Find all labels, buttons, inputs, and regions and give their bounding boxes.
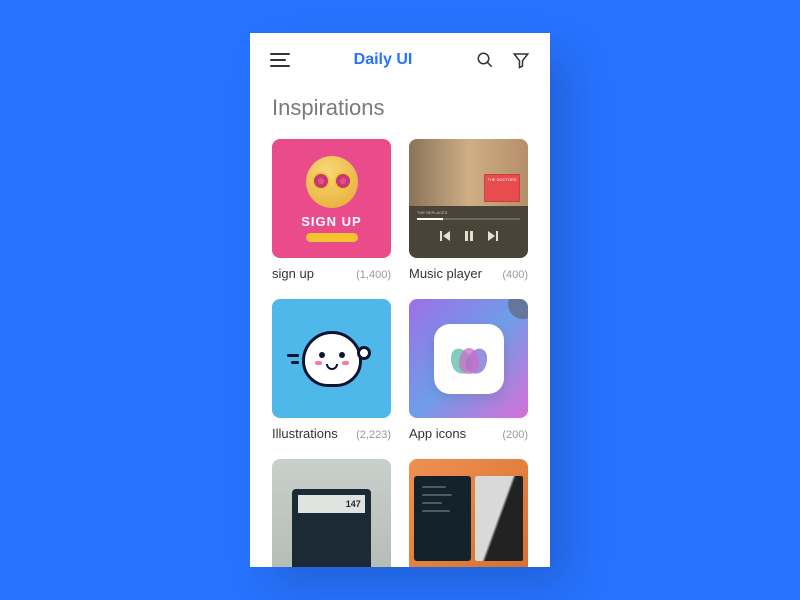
app-icon-tile — [434, 324, 504, 394]
calculator-display: 147 — [298, 495, 365, 513]
search-icon[interactable] — [476, 51, 494, 69]
signup-avatar — [306, 156, 358, 208]
app-title: Daily UI — [354, 51, 413, 69]
card-label: App icons — [409, 426, 466, 441]
next-icon — [486, 229, 500, 243]
card-music-player[interactable]: THE DOCTORS THE REPLACES — [409, 139, 528, 281]
signup-pill — [306, 233, 358, 242]
book-panel — [475, 476, 523, 562]
thumb-dark — [409, 459, 528, 567]
filter-icon[interactable] — [512, 51, 530, 69]
card-dark[interactable] — [409, 459, 528, 567]
card-label: Music player — [409, 266, 482, 281]
menu-icon[interactable] — [270, 53, 290, 67]
header-actions — [476, 51, 530, 69]
card-illustrations[interactable]: Illustrations (2,223) — [272, 299, 391, 441]
card-count: (400) — [502, 269, 528, 281]
card-calculator[interactable]: 147 — [272, 459, 391, 567]
card-label: Illustrations — [272, 426, 338, 441]
thumb-signup: SIGN UP — [272, 139, 391, 258]
card-count: (200) — [502, 429, 528, 441]
thumb-music: THE DOCTORS THE REPLACES — [409, 139, 528, 258]
thumb-app-icons — [409, 299, 528, 418]
thumb-illustrations — [272, 299, 391, 418]
card-count: (2,223) — [356, 429, 391, 441]
pause-icon — [462, 229, 476, 243]
ghost-illustration — [302, 331, 362, 387]
track-name: THE REPLACES — [417, 210, 447, 215]
card-count: (1,400) — [356, 269, 391, 281]
thumb-calculator: 147 — [272, 459, 391, 567]
dark-panel — [414, 476, 471, 562]
section-title: Inspirations — [250, 79, 550, 139]
prev-icon — [438, 229, 452, 243]
album-cover: THE DOCTORS — [484, 174, 520, 202]
header: Daily UI — [250, 33, 550, 79]
card-app-icons[interactable]: App icons (200) — [409, 299, 528, 441]
phone-frame: Daily UI Inspirations SIGN UP sign — [250, 33, 550, 567]
ripple-badge — [508, 299, 528, 319]
card-signup[interactable]: SIGN UP sign up (1,400) — [272, 139, 391, 281]
signup-overlay-text: SIGN UP — [301, 214, 361, 229]
card-label: sign up — [272, 266, 314, 281]
progress-bar — [417, 218, 520, 220]
inspirations-grid: SIGN UP sign up (1,400) THE DOCTORS THE … — [250, 139, 550, 567]
lotus-icon — [449, 344, 489, 374]
